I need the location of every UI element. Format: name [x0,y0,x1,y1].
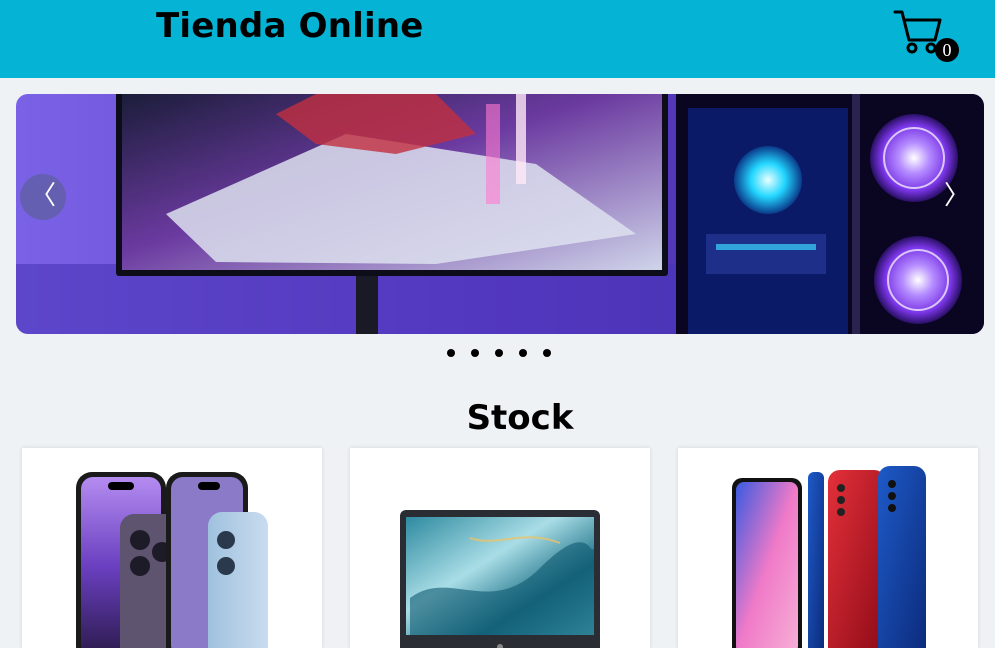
product-card[interactable] [22,448,322,648]
cart-button[interactable]: 0 [893,8,961,64]
samsung-phones-image [732,466,926,648]
iphone-image [76,472,268,648]
carousel-indicators [447,349,551,359]
product-card[interactable] [678,448,978,648]
header: Tienda Online 0 [0,0,995,78]
carousel-dot[interactable] [495,349,503,357]
brand-title[interactable]: Tienda Online [156,6,424,46]
carousel-dot[interactable] [447,349,455,357]
hero-carousel: 〈 〉 [16,94,984,334]
cart-count-badge: 0 [935,38,959,62]
laptop-image [400,510,600,648]
carousel-prev-button[interactable]: 〈 [20,174,66,220]
carousel-dot[interactable] [471,349,479,357]
carousel-dot[interactable] [519,349,527,357]
section-title: Stock [466,398,574,438]
carousel-next-button[interactable]: 〉 [934,174,980,220]
product-card[interactable] [350,448,650,648]
carousel-slide-image [16,94,984,334]
carousel-dot[interactable] [543,349,551,357]
